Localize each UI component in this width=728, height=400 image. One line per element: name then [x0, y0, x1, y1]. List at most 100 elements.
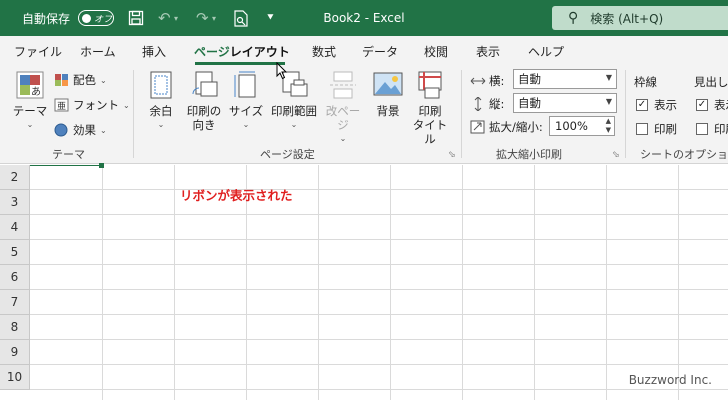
- chevron-down-icon: ⌄: [290, 120, 298, 129]
- effects-button[interactable]: 効果 ⌄: [54, 122, 107, 138]
- row-header[interactable]: 2: [0, 165, 30, 190]
- grid-row-line: [30, 389, 728, 390]
- headings-print-checkbox[interactable]: 印刷: [696, 121, 728, 137]
- row-header[interactable]: 9: [0, 340, 30, 365]
- background-button[interactable]: 背景: [372, 70, 404, 118]
- grid-column-line: [534, 165, 535, 400]
- tab-insert[interactable]: 挿入: [142, 43, 166, 60]
- height-select[interactable]: 自動 ▼: [513, 93, 617, 113]
- selected-cell-border: [30, 165, 102, 166]
- undo-icon[interactable]: ↶: [158, 0, 171, 36]
- tab-formulas[interactable]: 数式: [312, 43, 336, 60]
- tab-help[interactable]: ヘルプ: [528, 43, 564, 60]
- tab-review[interactable]: 校閲: [424, 43, 448, 60]
- height-value: 自動: [518, 96, 541, 110]
- autosave-toggle[interactable]: オフ: [78, 10, 114, 26]
- chevron-down-icon: ▼: [605, 73, 612, 82]
- fonts-icon: 亜: [54, 98, 70, 112]
- sheet-options-group-label: シートのオプション: [640, 148, 728, 161]
- scale-label: 拡大/縮小:: [489, 120, 543, 134]
- row-header[interactable]: 10: [0, 365, 30, 390]
- tab-data[interactable]: データ: [362, 43, 398, 60]
- headings-view-checkbox[interactable]: ✓ 表示: [696, 97, 728, 113]
- spinner-arrows-icon[interactable]: ▲ ▼: [606, 117, 611, 135]
- row-header[interactable]: 8: [0, 315, 30, 340]
- chevron-down-icon: ⌄: [123, 100, 130, 110]
- tab-view[interactable]: 表示: [476, 43, 500, 60]
- width-select[interactable]: 自動 ▼: [513, 69, 617, 89]
- theme-group-label: テーマ: [52, 148, 85, 161]
- headings-print-label: 印刷: [714, 122, 728, 136]
- row-header[interactable]: 4: [0, 215, 30, 240]
- scale-group-label: 拡大縮小印刷: [496, 148, 562, 161]
- row-header[interactable]: 5: [0, 240, 30, 265]
- orientation-icon: [189, 70, 219, 100]
- group-separator: [625, 70, 626, 158]
- redo-icon[interactable]: ↷: [196, 0, 209, 36]
- gridlines-view-checkbox[interactable]: ✓ 表示: [636, 97, 677, 113]
- margins-button[interactable]: 余白 ⌄: [146, 70, 176, 132]
- checkmark-icon: ✓: [696, 99, 708, 111]
- grid-row-line: [30, 339, 728, 340]
- undo-dropdown-icon[interactable]: ▾: [174, 0, 178, 36]
- chevron-down-icon: ⌄: [100, 75, 107, 85]
- tab-page-layout[interactable]: ページレイアウト: [194, 43, 290, 60]
- dialog-launcher-icon[interactable]: ⬂: [448, 150, 456, 160]
- gridlines-print-label: 印刷: [654, 122, 677, 136]
- search-icon: ⚲: [568, 10, 579, 26]
- grid-column-line: [318, 165, 319, 400]
- scale-spinner[interactable]: 100% ▲ ▼: [549, 116, 615, 136]
- effects-icon: [54, 123, 70, 137]
- width-label: 横:: [489, 74, 505, 88]
- breaks-label: 改ページ: [325, 104, 361, 132]
- effects-label: 効果: [73, 123, 96, 137]
- themes-button[interactable]: あ テーマ ⌄: [12, 70, 48, 132]
- orientation-button[interactable]: 印刷の 向き: [184, 70, 224, 132]
- themes-icon: あ: [15, 70, 45, 100]
- print-preview-icon[interactable]: [234, 0, 248, 36]
- print-titles-button[interactable]: 印刷 タイトル: [410, 70, 450, 146]
- row-header[interactable]: 3: [0, 190, 30, 215]
- save-icon[interactable]: [128, 0, 144, 36]
- width-icon: [470, 74, 486, 88]
- colors-label: 配色: [73, 73, 96, 87]
- worksheet-grid[interactable]: 2 3 4 5 6 7 8 9 10 リボンが表示された Buzzword In…: [0, 163, 728, 400]
- row-header[interactable]: 7: [0, 290, 30, 315]
- autosave-label: 自動保存: [22, 11, 71, 26]
- fonts-button[interactable]: 亜 フォント ⌄: [54, 97, 130, 113]
- orientation-label-2: 向き: [192, 118, 216, 132]
- chevron-down-icon: ⌄: [100, 125, 107, 135]
- breaks-button[interactable]: 改ページ ⌄: [322, 70, 364, 146]
- gridlines-print-checkbox[interactable]: 印刷: [636, 121, 677, 137]
- grid-column-line: [678, 165, 679, 400]
- page-size-icon: [231, 70, 261, 100]
- tab-home[interactable]: ホーム: [80, 43, 116, 60]
- active-tab-indicator: [195, 62, 285, 65]
- grid-column-line: [102, 165, 103, 400]
- grid-column-line: [606, 165, 607, 400]
- scale-value: 100%: [555, 119, 588, 133]
- fill-handle[interactable]: [99, 163, 104, 168]
- scale-label-row: 拡大/縮小:: [470, 119, 543, 135]
- redo-dropdown-icon[interactable]: ▾: [212, 0, 216, 36]
- tab-page-layout-part1: ページ: [194, 45, 230, 59]
- grid-row-line: [30, 364, 728, 365]
- print-area-label: 印刷範囲: [271, 104, 317, 118]
- chevron-down-icon: ▼: [605, 97, 612, 106]
- checkmark-icon: ✓: [636, 99, 648, 111]
- grid-row-line: [30, 189, 728, 190]
- search-box[interactable]: ⚲ 検索 (Alt+Q): [552, 6, 728, 30]
- row-header[interactable]: 6: [0, 265, 30, 290]
- grid-column-line: [462, 165, 463, 400]
- ribbon-tabs: ファイル ホーム 挿入 ページレイアウト 数式 データ 校閲 表示 ヘルプ: [0, 36, 728, 66]
- margins-icon: [146, 70, 176, 100]
- dialog-launcher-icon[interactable]: ⬂: [612, 150, 620, 160]
- grid-row-line: [30, 239, 728, 240]
- customize-qat-icon[interactable]: ⯆: [266, 0, 275, 36]
- size-button[interactable]: サイズ ⌄: [228, 70, 264, 132]
- group-separator: [133, 70, 134, 158]
- margins-label: 余白: [149, 104, 173, 118]
- colors-button[interactable]: 配色 ⌄: [54, 72, 107, 88]
- tab-file[interactable]: ファイル: [14, 43, 62, 60]
- grid-row-line: [30, 289, 728, 290]
